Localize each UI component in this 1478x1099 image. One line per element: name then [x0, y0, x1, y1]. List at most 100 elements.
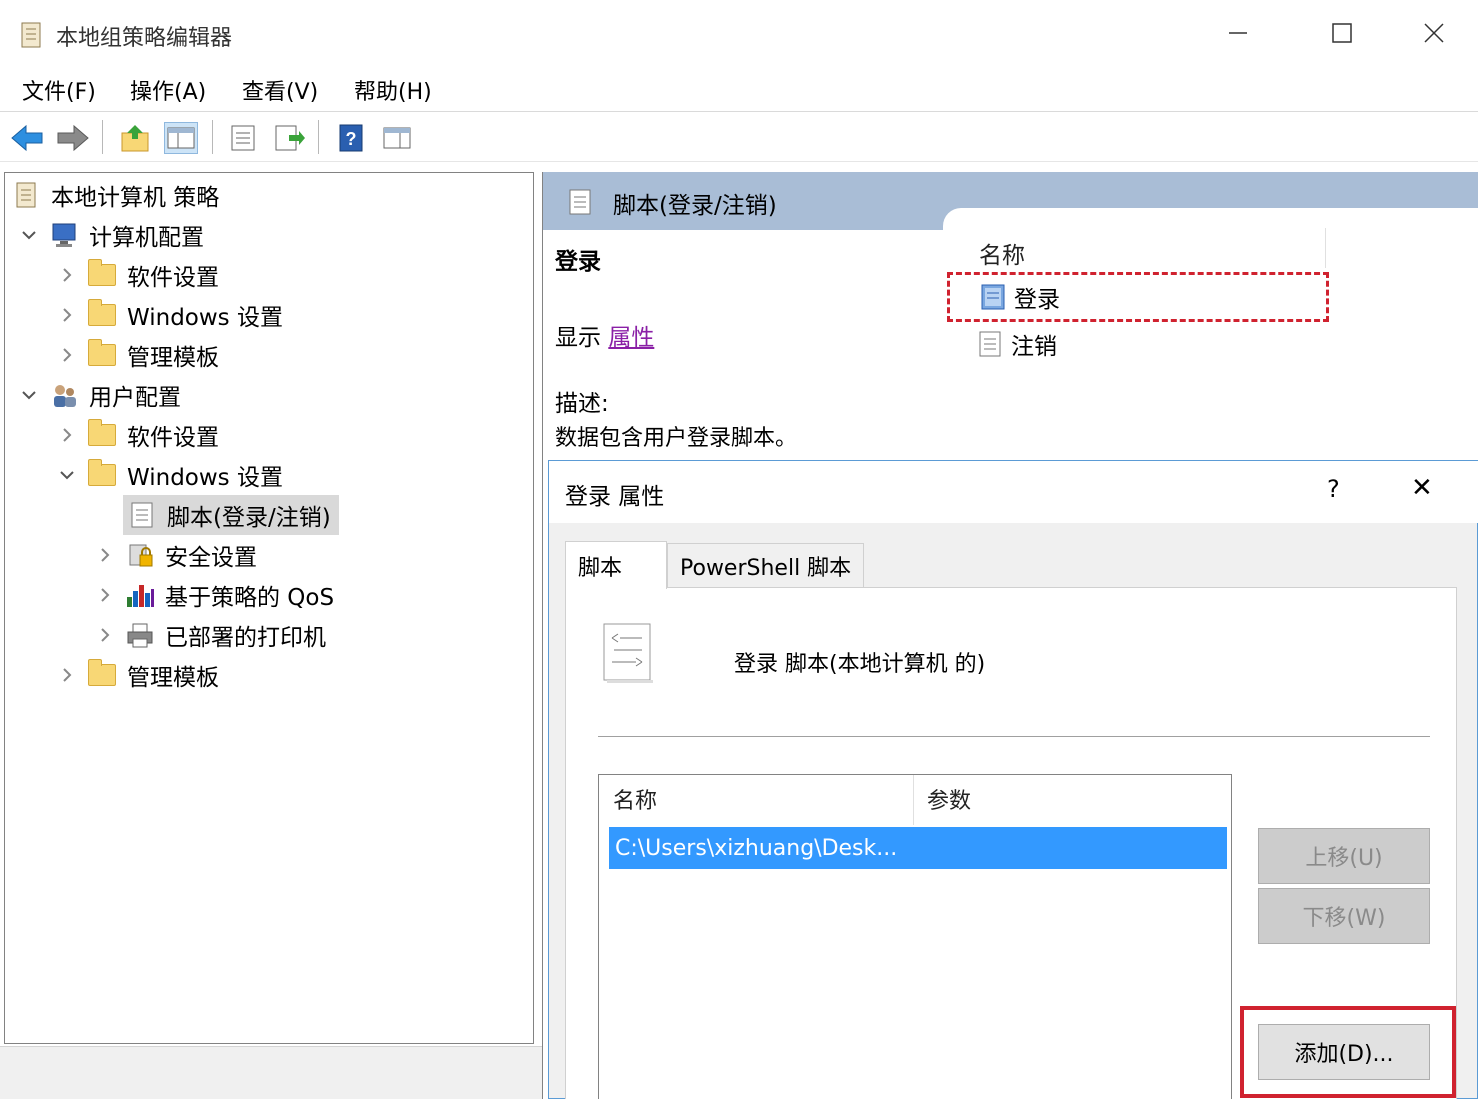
tree-node-label: 用户配置 [89, 385, 181, 411]
tree-node-uc-windows[interactable]: Windows 设置 [57, 455, 283, 495]
tab-panel: 登录 脚本(本地计算机 的) 名称 参数 C:\Users\xizhuang\D… [565, 587, 1457, 1099]
tab-scripts[interactable]: 脚本 [565, 541, 667, 589]
up-folder-icon[interactable] [118, 122, 152, 154]
chevron-right-icon[interactable] [57, 345, 77, 365]
chevron-right-icon[interactable] [57, 425, 77, 445]
policy-scroll-icon [11, 181, 41, 209]
help-icon[interactable]: ? [334, 122, 368, 154]
console-tree: 本地计算机 策略 计算机配置 软件设置 Windows 设置 管理模板 用户配置… [4, 172, 534, 1044]
folder-icon [87, 459, 117, 489]
divider [598, 736, 1430, 737]
tree-node-label: Windows 设置 [127, 465, 283, 491]
script-icon [127, 501, 157, 529]
tree-node-uc-software[interactable]: 软件设置 [57, 415, 219, 455]
table-row[interactable]: C:\Users\xizhuang\Desk... [609, 827, 1227, 869]
menu-file[interactable]: 文件(F) [22, 74, 96, 106]
tree-node-label: 软件设置 [127, 425, 219, 451]
chevron-right-icon[interactable] [95, 625, 115, 645]
column-separator[interactable] [1325, 228, 1326, 268]
maximize-button[interactable] [1296, 0, 1388, 66]
dialog-close-button[interactable]: ✕ [1411, 473, 1433, 503]
tree-node-label: 管理模板 [127, 345, 219, 371]
script-document-icon [602, 622, 654, 684]
tree-node-cc-admin[interactable]: 管理模板 [57, 335, 219, 375]
list-item-logout[interactable]: 注销 [977, 324, 1057, 364]
menu-bar: 文件(F) 操作(A) 查看(V) 帮助(H) [0, 66, 1478, 112]
computer-icon [49, 221, 79, 249]
users-icon [49, 381, 79, 409]
add-button[interactable]: 添加(D)... [1258, 1024, 1430, 1080]
forward-icon[interactable] [56, 122, 90, 154]
chevron-down-icon[interactable] [19, 385, 39, 405]
tree-node-computer-config[interactable]: 计算机配置 [19, 215, 204, 255]
tree-node-label: 安全设置 [165, 545, 257, 571]
tree-node-root[interactable]: 本地计算机 策略 [11, 175, 219, 215]
printer-icon [125, 621, 155, 649]
extended-title: 登录 [555, 249, 601, 275]
list-item-label: 注销 [1011, 334, 1057, 360]
tree-node-uc-security[interactable]: 安全设置 [95, 535, 257, 575]
menu-view[interactable]: 查看(V) [242, 74, 318, 106]
action-pane-icon[interactable] [380, 122, 414, 154]
script-heading: 登录 脚本(本地计算机 的) [734, 652, 986, 677]
move-up-button[interactable]: 上移(U) [1258, 828, 1430, 884]
back-icon[interactable] [10, 122, 44, 154]
show-hide-tree-icon[interactable] [164, 122, 198, 154]
properties-icon[interactable] [226, 122, 260, 154]
column-header-params[interactable]: 参数 [927, 783, 971, 815]
tree-node-cc-windows[interactable]: Windows 设置 [57, 295, 283, 335]
folder-icon [87, 659, 117, 689]
toolbar: ? [0, 112, 1478, 162]
description-text: 数据包含用户登录脚本。 [555, 426, 798, 451]
description-label: 描述: [555, 391, 609, 417]
tree-node-label: 已部署的打印机 [165, 625, 326, 651]
chevron-down-icon[interactable] [19, 225, 39, 245]
move-down-button[interactable]: 下移(W) [1258, 888, 1430, 944]
tree-node-uc-scripts[interactable]: 脚本(登录/注销) [123, 495, 339, 535]
chevron-down-icon[interactable] [57, 465, 77, 485]
title-bar: 本地组策略编辑器 [0, 0, 1478, 66]
chevron-right-icon[interactable] [95, 585, 115, 605]
tree-node-label: 软件设置 [127, 265, 219, 291]
folder-icon [87, 299, 117, 329]
tree-node-label: 本地计算机 策略 [51, 185, 220, 211]
tree-selection: 脚本(登录/注销) [123, 495, 339, 535]
folder-icon [87, 419, 117, 449]
dialog-help-button[interactable]: ? [1327, 475, 1340, 503]
show-label: 显示 [555, 325, 601, 351]
tree-node-uc-printers[interactable]: 已部署的打印机 [95, 615, 326, 655]
close-button[interactable] [1388, 0, 1478, 66]
dialog-title: 登录 属性 [565, 484, 665, 510]
tree-node-label: 脚本(登录/注销) [167, 505, 331, 531]
chevron-right-icon[interactable] [57, 265, 77, 285]
chevron-right-icon[interactable] [57, 305, 77, 325]
script-path: C:\Users\xizhuang\Desk... [615, 835, 898, 861]
window-title: 本地组策略编辑器 [56, 26, 233, 51]
chevron-right-icon[interactable] [95, 545, 115, 565]
list-item-login[interactable]: 登录 [947, 272, 1329, 322]
column-separator[interactable] [913, 775, 914, 825]
tree-node-label: Windows 设置 [127, 305, 283, 331]
tree-node-label: 计算机配置 [89, 225, 204, 251]
export-list-icon[interactable] [272, 122, 306, 154]
chevron-right-icon[interactable] [57, 665, 77, 685]
minimize-button[interactable] [1192, 0, 1284, 66]
column-header-name[interactable]: 名称 [613, 783, 657, 815]
properties-link[interactable]: 属性 [608, 325, 654, 351]
script-icon [567, 188, 593, 216]
tree-node-user-config[interactable]: 用户配置 [19, 375, 181, 415]
toolbar-separator [102, 120, 103, 154]
tree-node-label: 管理模板 [127, 665, 219, 691]
menu-help[interactable]: 帮助(H) [354, 74, 432, 106]
script-icon [977, 330, 1003, 358]
tree-node-uc-admin[interactable]: 管理模板 [57, 655, 219, 695]
tree-node-cc-software[interactable]: 软件设置 [57, 255, 219, 295]
security-icon [125, 541, 155, 569]
scripts-list[interactable]: 名称 参数 C:\Users\xizhuang\Desk... [598, 774, 1232, 1099]
tab-powershell-scripts[interactable]: PowerShell 脚本 [667, 543, 865, 587]
show-properties-line: 显示 属性 [555, 318, 654, 352]
menu-action[interactable]: 操作(A) [130, 74, 206, 106]
bar-chart-icon [125, 581, 155, 609]
column-header-name[interactable]: 名称 [979, 236, 1025, 270]
tree-node-uc-qos[interactable]: 基于策略的 QoS [95, 575, 334, 615]
